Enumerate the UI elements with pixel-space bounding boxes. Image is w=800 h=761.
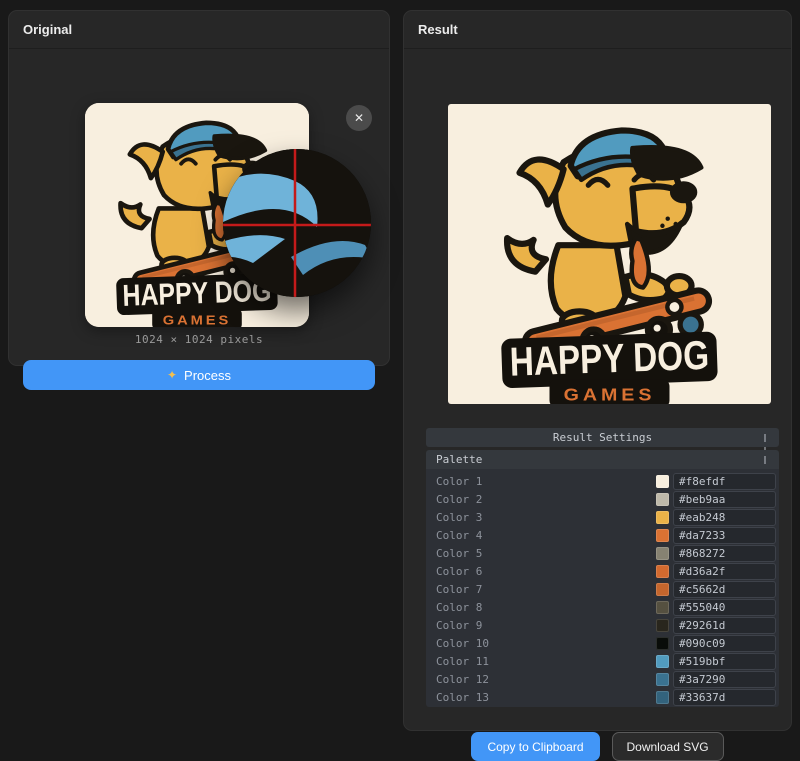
palette-color-swatch[interactable] [656, 493, 669, 506]
palette-color-swatch[interactable] [656, 601, 669, 614]
palette-color-label: Color 12 [436, 673, 652, 686]
palette-row: Color 6 #d36a2f [426, 562, 779, 580]
palette-color-hex-input[interactable]: #33637d [673, 689, 776, 706]
palette-rows: Color 1 #f8efdf Color 2 #beb9aa Color 3 #eab2… [426, 469, 779, 707]
sparkles-icon: ✦ [167, 368, 177, 382]
palette-section-header[interactable]: Palette [426, 450, 779, 469]
palette-color-swatch[interactable] [656, 475, 669, 488]
result-actions: Copy to Clipboard Download SVG [404, 732, 791, 761]
palette-row: Color 2 #beb9aa [426, 490, 779, 508]
svg-text:GAMES: GAMES [163, 312, 232, 327]
palette-color-label: Color 7 [436, 583, 652, 596]
palette-color-label: Color 11 [436, 655, 652, 668]
palette-color-label: Color 5 [436, 547, 652, 560]
collapse-handle-icon [764, 434, 771, 442]
palette-color-hex-input[interactable]: #da7233 [673, 527, 776, 544]
palette-color-hex-input[interactable]: #090c09 [673, 635, 776, 652]
palette-color-hex-input[interactable]: #29261d [673, 617, 776, 634]
palette-color-swatch[interactable] [656, 637, 669, 650]
palette-row: Color 11 #519bbf [426, 652, 779, 670]
result-image: HAPPY DOG GAMES [448, 104, 771, 404]
palette-color-hex-input[interactable]: #555040 [673, 599, 776, 616]
original-panel-title: Original [9, 11, 389, 49]
result-panel-title: Result [404, 11, 791, 49]
loupe-pixels [223, 149, 371, 297]
palette-color-label: Color 10 [436, 637, 652, 650]
palette-row: Color 3 #eab248 [426, 508, 779, 526]
palette-color-hex-input[interactable]: #beb9aa [673, 491, 776, 508]
svg-text:GAMES: GAMES [564, 384, 656, 404]
palette-color-hex-input[interactable]: #f8efdf [673, 473, 776, 490]
palette-color-swatch[interactable] [656, 691, 669, 704]
palette-row: Color 10 #090c09 [426, 634, 779, 652]
svg-text:HAPPY DOG: HAPPY DOG [509, 332, 710, 385]
palette-color-label: Color 13 [436, 691, 652, 704]
original-panel: Original [8, 10, 390, 366]
palette-color-hex-input[interactable]: #d36a2f [673, 563, 776, 580]
palette-color-label: Color 3 [436, 511, 652, 524]
palette-color-hex-input[interactable]: #519bbf [673, 653, 776, 670]
palette-row: Color 13 #33637d [426, 688, 779, 706]
magnifier-loupe [223, 149, 371, 297]
palette-color-swatch[interactable] [656, 619, 669, 632]
process-button[interactable]: ✦ Process [23, 360, 375, 390]
palette-color-swatch[interactable] [656, 583, 669, 596]
palette-row: Color 9 #29261d [426, 616, 779, 634]
palette-color-label: Color 8 [436, 601, 652, 614]
palette-row: Color 8 #555040 [426, 598, 779, 616]
result-settings-bar[interactable]: Result Settings [426, 428, 779, 447]
palette-color-swatch[interactable] [656, 529, 669, 542]
result-panel: Result [403, 10, 792, 731]
palette-color-label: Color 2 [436, 493, 652, 506]
palette-color-hex-input[interactable]: #3a7290 [673, 671, 776, 688]
palette-color-swatch[interactable] [656, 565, 669, 578]
palette-color-swatch[interactable] [656, 547, 669, 560]
palette-color-hex-input[interactable]: #868272 [673, 545, 776, 562]
image-dimensions-caption: 1024 × 1024 pixels [9, 333, 389, 346]
palette-color-label: Color 6 [436, 565, 652, 578]
collapse-handle-icon [764, 456, 771, 464]
palette-color-label: Color 4 [436, 529, 652, 542]
palette-row: Color 12 #3a7290 [426, 670, 779, 688]
result-settings-label: Result Settings [553, 431, 652, 444]
process-button-label: Process [184, 368, 231, 383]
palette-color-swatch[interactable] [656, 655, 669, 668]
close-icon[interactable]: ✕ [346, 105, 372, 131]
palette-color-hex-input[interactable]: #c5662d [673, 581, 776, 598]
palette-color-hex-input[interactable]: #eab248 [673, 509, 776, 526]
palette-color-label: Color 1 [436, 475, 652, 488]
palette-row: Color 4 #da7233 [426, 526, 779, 544]
download-svg-button[interactable]: Download SVG [612, 732, 724, 761]
copy-to-clipboard-button[interactable]: Copy to Clipboard [471, 732, 599, 761]
happy-dog-logo: HAPPY DOG GAMES [448, 104, 771, 404]
palette-row: Color 7 #c5662d [426, 580, 779, 598]
palette-label: Palette [436, 453, 482, 466]
palette-color-swatch[interactable] [656, 673, 669, 686]
palette-row: Color 1 #f8efdf [426, 472, 779, 490]
palette-color-label: Color 9 [436, 619, 652, 632]
palette-row: Color 5 #868272 [426, 544, 779, 562]
palette-color-swatch[interactable] [656, 511, 669, 524]
